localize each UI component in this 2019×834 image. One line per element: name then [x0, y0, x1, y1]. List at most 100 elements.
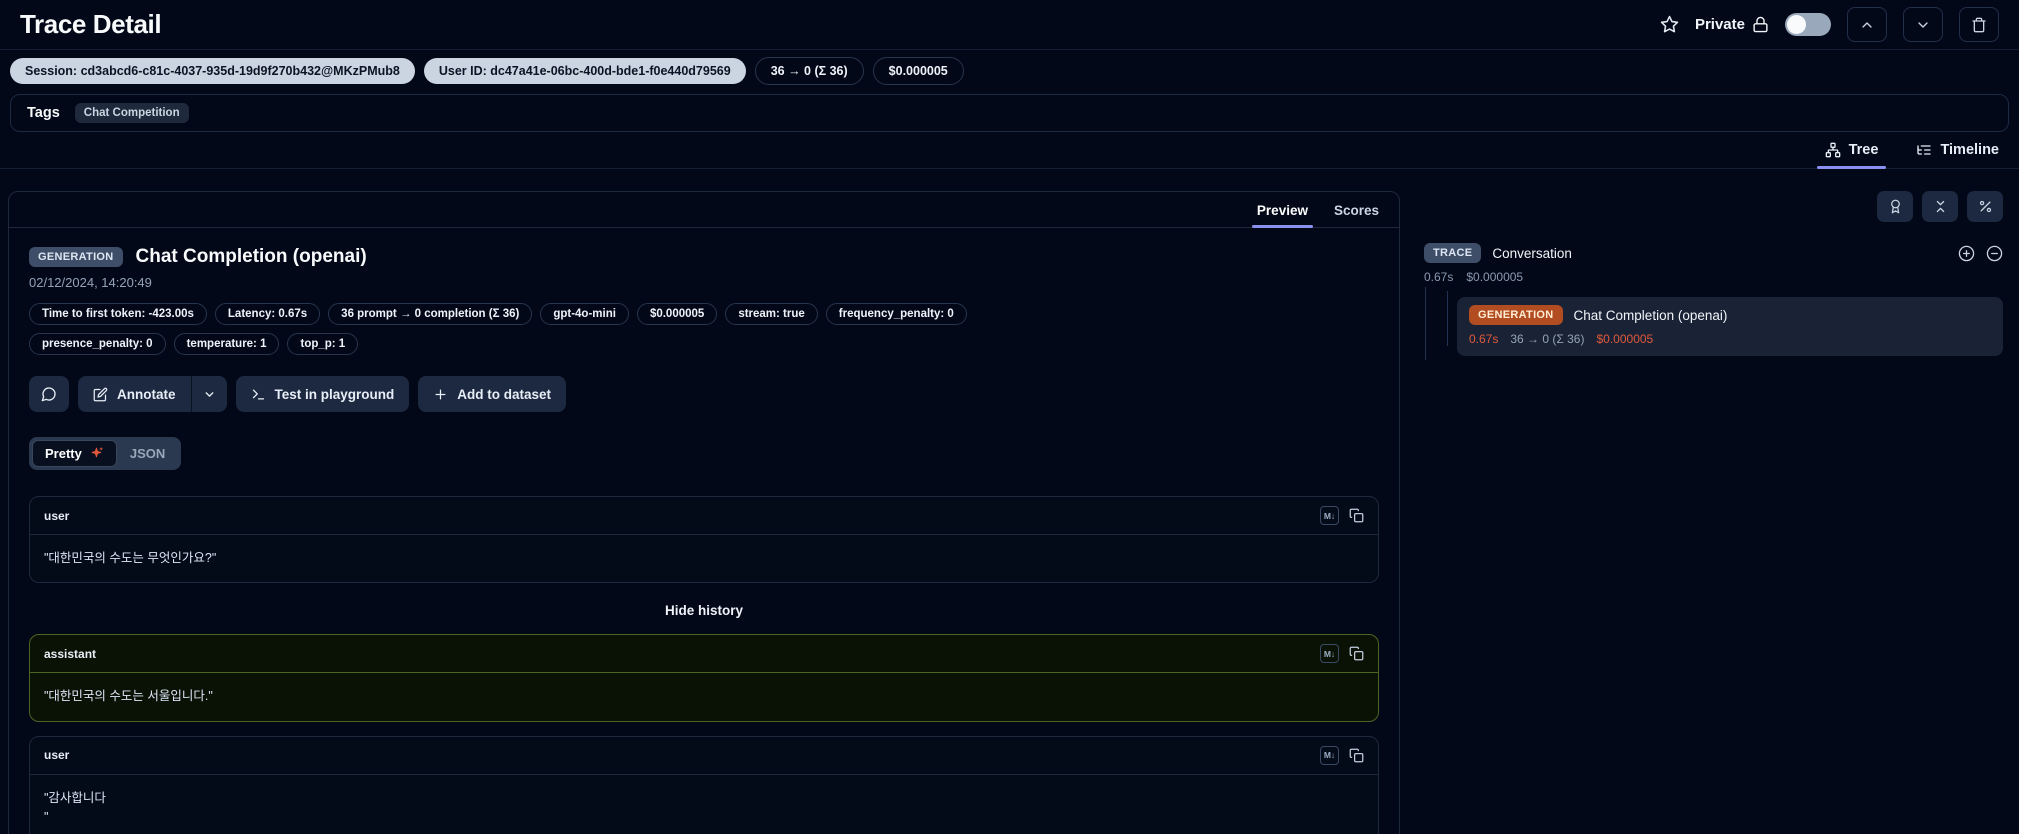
percent-icon: [1978, 199, 1993, 214]
param-pill-temperature: temperature: 1: [173, 333, 280, 355]
tab-timeline[interactable]: Timeline: [1912, 132, 2003, 168]
message-header: user M↓: [30, 497, 1378, 535]
action-buttons: Annotate Test in playground Add to datas…: [29, 376, 1379, 412]
generation-latency: 0.67s: [1469, 332, 1499, 346]
sparkles-icon: [89, 446, 104, 461]
generation-node-type-badge: GENERATION: [1469, 305, 1563, 325]
plus-icon: [433, 387, 448, 402]
chevron-up-icon: [1859, 17, 1875, 33]
annotate-dropdown-button[interactable]: [191, 376, 227, 412]
trace-type-badge: TRACE: [1424, 243, 1482, 263]
privacy-label: Private: [1694, 16, 1745, 33]
param-pill-presence-penalty: presence_penalty: 0: [29, 333, 166, 355]
tree-icon: [1825, 142, 1841, 158]
param-pill-latency: Latency: 0.67s: [214, 303, 321, 325]
copy-button[interactable]: [1349, 748, 1364, 763]
generation-node-header: GENERATION Chat Completion (openai): [1469, 305, 1991, 325]
annotate-button[interactable]: Annotate: [78, 376, 192, 412]
message-role: user: [44, 508, 70, 523]
fold-vertical-icon: [1933, 199, 1948, 214]
tab-tree-label: Tree: [1848, 142, 1879, 158]
collapse-node-button[interactable]: [1986, 245, 2003, 262]
param-pill-top-p: top_p: 1: [287, 333, 359, 355]
tab-scores[interactable]: Scores: [1334, 192, 1379, 227]
trace-node-metrics: 0.67s $0.000005: [1424, 270, 2003, 284]
panel-body: GENERATION Chat Completion (openai) 02/1…: [9, 228, 1399, 834]
tab-preview[interactable]: Preview: [1251, 192, 1314, 228]
param-pill-ttft: Time to first token: -423.00s: [29, 303, 207, 325]
next-trace-button[interactable]: [1903, 7, 1943, 42]
public-toggle[interactable]: [1785, 13, 1831, 36]
playground-button[interactable]: Test in playground: [235, 376, 410, 412]
token-usage-badge: 36 → 0 (Σ 36): [754, 57, 864, 85]
trace-meta-badges: Session: cd3abcd6-c81c-4037-935d-19d9f27…: [0, 50, 2019, 92]
star-icon: [1660, 15, 1679, 34]
generation-tokens: 36 → 0 (Σ 36): [1510, 332, 1585, 346]
copy-button[interactable]: [1349, 646, 1364, 661]
lock-icon: [1752, 16, 1769, 33]
delete-trace-button[interactable]: [1959, 7, 1999, 42]
markdown-toggle-icon[interactable]: M↓: [1320, 745, 1339, 765]
copy-icon: [1349, 508, 1364, 523]
session-badge[interactable]: Session: cd3abcd6-c81c-4037-935d-19d9f27…: [10, 58, 415, 84]
scores-toggle-button[interactable]: [1877, 191, 1913, 222]
markdown-toggle-icon[interactable]: M↓: [1320, 644, 1339, 664]
param-pill-cost: $0.000005: [636, 303, 718, 325]
tags-label: Tags: [27, 105, 60, 121]
terminal-icon: [251, 387, 266, 402]
tab-tree[interactable]: Tree: [1816, 132, 1887, 169]
tag-chip[interactable]: Chat Competition: [74, 103, 189, 123]
chevron-down-icon: [1915, 17, 1931, 33]
chat-bubble-icon: [41, 386, 57, 402]
message-role: assistant: [44, 646, 97, 661]
trace-latency: 0.67s: [1424, 270, 1454, 284]
message-box-user-2: user M↓ "감사합니다 ": [29, 735, 1379, 834]
param-pill-model: gpt-4o-mini: [540, 303, 629, 325]
tree-children: GENERATION Chat Completion (openai) 0.67…: [1425, 287, 2003, 360]
prev-trace-button[interactable]: [1847, 7, 1887, 42]
message-content: "대한민국의 수도는 무엇인가요?": [44, 551, 217, 565]
annotate-label: Annotate: [117, 386, 176, 402]
header-controls: Private: [1660, 7, 1999, 42]
generation-timestamp: 02/12/2024, 14:20:49: [29, 275, 152, 290]
generation-header: GENERATION Chat Completion (openai): [29, 246, 1379, 268]
tree-node-generation-selected[interactable]: GENERATION Chat Completion (openai) 0.67…: [1457, 297, 2003, 356]
toggle-knob: [1787, 15, 1806, 34]
tab-timeline-label: Timeline: [1940, 142, 1999, 158]
message-box-user-1: user M↓ "대한민국의 수도는 무엇인가요?": [29, 496, 1379, 584]
award-icon: [1888, 199, 1903, 214]
add-to-dataset-button[interactable]: Add to dataset: [418, 376, 567, 412]
tab-pretty[interactable]: Pretty: [32, 440, 117, 467]
message-content: "대한민국의 수도는 서울입니다.": [44, 689, 213, 704]
message-header: user M↓: [30, 737, 1378, 775]
message-tools: M↓: [1320, 745, 1364, 765]
param-pill-tokens: 36 prompt → 0 completion (Σ 36): [328, 303, 533, 325]
comments-button[interactable]: [29, 376, 69, 412]
hide-history-button[interactable]: Hide history: [29, 597, 1379, 620]
collapse-all-button[interactable]: [1922, 191, 1958, 222]
message-role: user: [44, 748, 70, 763]
message-header: assistant M↓: [30, 635, 1378, 674]
pen-square-icon: [93, 387, 108, 402]
circle-minus-icon: [1986, 245, 2003, 262]
content-area: Preview Scores GENERATION Chat Completio…: [0, 169, 2019, 834]
user-id-badge[interactable]: User ID: dc47a41e-06bc-400d-bde1-f0e440d…: [423, 58, 746, 84]
tree-node-trace[interactable]: TRACE Conversation: [1424, 243, 2003, 263]
list-tree-icon: [1916, 142, 1932, 158]
tree-toolbar: [1424, 191, 2003, 222]
copy-icon: [1349, 646, 1364, 661]
copy-button[interactable]: [1349, 508, 1364, 523]
generation-param-badges: Time to first token: -423.00s Latency: 0…: [29, 303, 1089, 355]
trace-tree-panel: TRACE Conversation 0.67s $0.000005 GENER…: [1424, 191, 2011, 360]
markdown-toggle-icon[interactable]: M↓: [1320, 506, 1339, 525]
observation-panel: Preview Scores GENERATION Chat Completio…: [8, 191, 1400, 834]
bookmark-star-button[interactable]: [1660, 15, 1679, 34]
trash-icon: [1971, 17, 1987, 33]
annotate-split-button: Annotate: [78, 376, 227, 412]
tab-json[interactable]: JSON: [117, 440, 178, 467]
param-pill-stream: stream: true: [725, 303, 818, 325]
tags-container[interactable]: Tags Chat Competition: [10, 94, 2009, 132]
metrics-toggle-button[interactable]: [1967, 191, 2003, 222]
expand-all-button[interactable]: [1958, 245, 1975, 262]
cost-badge: $0.000005: [872, 57, 964, 85]
